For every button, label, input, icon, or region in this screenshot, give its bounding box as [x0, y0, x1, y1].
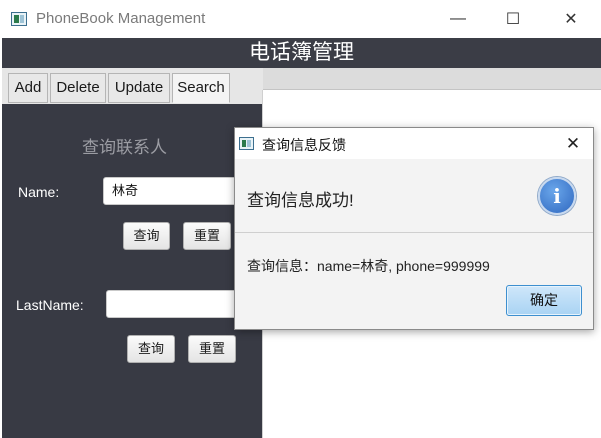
query-result-dialog: 查询信息反馈 ✕ 查询信息成功! i 查询信息：name=林奇, phone=9… [234, 127, 594, 330]
dialog-message: 查询信息：name=林奇, phone=999999 [247, 258, 490, 274]
app-icon [11, 12, 27, 26]
dialog-close-button[interactable]: ✕ [559, 131, 587, 157]
tab-search[interactable]: Search [172, 73, 230, 103]
tab-update[interactable]: Update [108, 73, 170, 103]
minimize-icon: — [450, 10, 466, 27]
dialog-title: 查询信息反馈 [262, 137, 346, 153]
page-header: 电话簿管理 [2, 38, 601, 68]
close-icon: ✕ [565, 134, 581, 153]
window-title: PhoneBook Management [36, 10, 206, 27]
query-lastname-button[interactable]: 查询 [127, 335, 175, 363]
dialog-titlebar: 查询信息反馈 ✕ [235, 128, 593, 159]
reset-name-button[interactable]: 重置 [183, 222, 231, 250]
page-title: 电话簿管理 [249, 41, 354, 64]
close-icon: ✕ [564, 11, 578, 28]
tab-strip-filler [263, 68, 601, 90]
lastname-label: LastName: [16, 297, 84, 313]
lastname-input[interactable] [106, 290, 246, 318]
info-icon: i [538, 177, 576, 215]
dialog-app-icon [239, 137, 254, 150]
minimize-button[interactable]: — [435, 0, 481, 38]
window-titlebar: PhoneBook Management — ☐ ✕ [0, 0, 601, 38]
ok-button[interactable]: 确定 [506, 285, 582, 316]
tab-delete[interactable]: Delete [50, 73, 106, 103]
maximize-button[interactable]: ☐ [490, 0, 536, 38]
name-input[interactable]: 林奇 [103, 177, 243, 205]
search-panel-title: 查询联系人 [82, 138, 167, 157]
maximize-icon: ☐ [505, 11, 521, 28]
query-name-button[interactable]: 查询 [123, 222, 170, 250]
dialog-header: 查询信息成功! i [235, 159, 593, 233]
reset-lastname-button[interactable]: 重置 [188, 335, 236, 363]
tab-add[interactable]: Add [8, 73, 48, 103]
close-window-button[interactable]: ✕ [548, 0, 594, 38]
name-label: Name: [18, 184, 60, 200]
dialog-header-text: 查询信息成功! [247, 191, 354, 210]
